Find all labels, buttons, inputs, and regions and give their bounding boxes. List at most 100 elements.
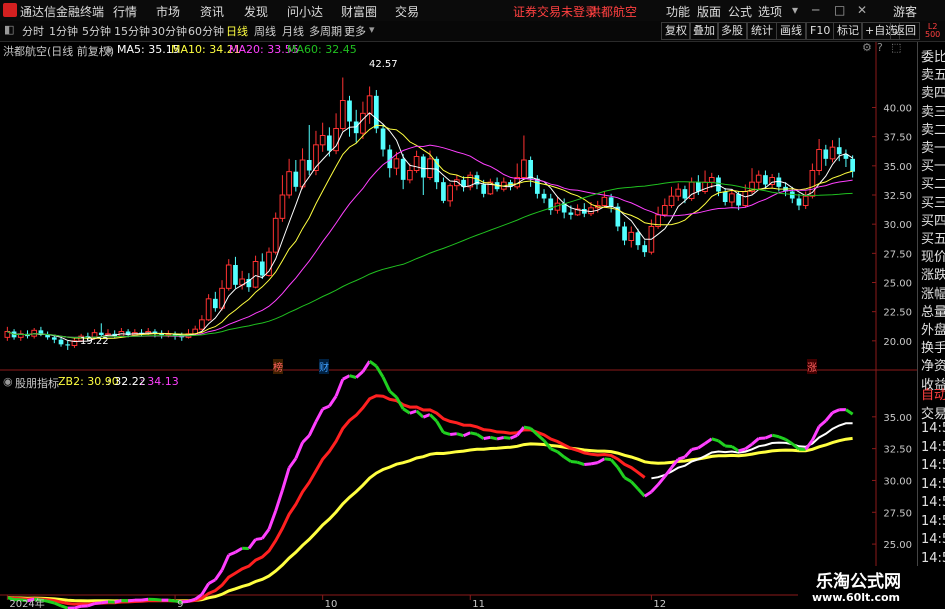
candle-body <box>763 175 768 185</box>
ytick-label: 40.00 <box>883 104 912 115</box>
auto-trade-label[interactable]: 自动 <box>921 384 945 403</box>
fast-indicator-segment <box>349 374 357 379</box>
fast-indicator-segment <box>280 467 291 491</box>
fast-indicator-segment <box>824 411 834 422</box>
candle-body <box>205 298 212 321</box>
fast-indicator-segment <box>616 466 626 479</box>
candle-body <box>802 195 809 207</box>
candle-body <box>736 193 741 206</box>
watermark-title: 乐淘公式网 <box>816 572 901 592</box>
fast-indicator-segment <box>294 441 304 460</box>
fast-indicator-segment <box>60 604 69 609</box>
fast-indicator-segment <box>456 432 464 438</box>
candle-body <box>373 95 379 129</box>
fast-indicator-segment <box>650 483 660 493</box>
watermark-url: www.60lt.com <box>812 591 901 604</box>
quote-label-7: 买二 <box>921 177 945 193</box>
candle-body <box>420 156 426 178</box>
candle-body <box>568 212 574 215</box>
kline-chart[interactable]: 20.00 22.50 25.00 27.50 30.00 32.50 35.00 37.50… <box>0 0 945 609</box>
event-marker-cai[interactable]: 财 <box>319 359 329 374</box>
zb2-line <box>7 436 853 603</box>
fast-indicator-segment <box>556 450 566 459</box>
quote-label-11: 现价 <box>921 250 945 266</box>
fast-indicator-segment <box>415 409 425 419</box>
candle-body <box>528 160 533 179</box>
trade-time-6: 14:5 <box>921 495 945 510</box>
ytick-label: 35.00 <box>883 162 912 173</box>
quote-label-2: 卖四 <box>921 86 945 102</box>
fast-indicator-segment <box>596 457 606 464</box>
ind-ytick-label: 25.00 <box>883 540 912 551</box>
event-marker-zhang[interactable]: 涨 <box>807 359 817 374</box>
fast-indicator-segment <box>314 408 324 423</box>
quote-label-6: 买一 <box>921 159 945 175</box>
candle-body <box>225 264 232 289</box>
candle-body <box>722 191 728 202</box>
candle-body <box>266 251 272 277</box>
fast-indicator-segment <box>683 448 693 458</box>
trade-time-3: 14:5 <box>921 439 945 455</box>
fast-indicator-segment <box>101 600 109 605</box>
fast-indicator-segment <box>483 435 491 441</box>
candle-body <box>327 135 332 151</box>
fast-indicator-segment <box>168 598 176 603</box>
fast-indicator-segment <box>267 510 278 530</box>
fast-indicator-segment <box>127 598 135 603</box>
candle-body <box>45 335 50 338</box>
candle-body <box>661 205 668 216</box>
fast-indicator-segment <box>469 431 478 436</box>
fast-indicator-segment <box>791 442 800 451</box>
fast-indicator-segment <box>778 435 787 441</box>
fast-indicator-segment <box>496 436 505 441</box>
candle-body <box>816 149 822 171</box>
fast-indicator-segment <box>53 601 62 608</box>
fast-indicator-segment <box>590 461 598 466</box>
fast-indicator-segment <box>818 419 827 428</box>
fast-indicator-segment <box>476 433 485 440</box>
candle-body <box>212 298 218 309</box>
fast-indicator-segment <box>462 431 471 438</box>
quote-label-4: 卖二 <box>921 122 945 138</box>
candle-body <box>755 174 762 183</box>
quote-label-12: 涨跌 <box>921 268 945 284</box>
trade-label[interactable]: 交易 <box>921 403 945 422</box>
candle-body <box>400 158 406 180</box>
candle-body <box>252 261 259 288</box>
ytick-label: 22.50 <box>883 308 912 319</box>
fast-indicator-segment <box>623 476 633 483</box>
fast-indicator-segment <box>141 597 149 602</box>
fast-indicator-segment <box>274 489 284 512</box>
fast-indicator-segment <box>570 459 578 464</box>
fast-indicator-segment <box>831 408 840 415</box>
ytick-label: 27.50 <box>883 249 912 260</box>
candle-body <box>675 188 682 197</box>
fast-indicator-segment <box>704 437 713 445</box>
fast-indicator-segment <box>381 376 392 392</box>
fast-indicator-segment <box>328 395 338 407</box>
fast-indicator-segment <box>771 433 780 439</box>
quote-label-8: 买三 <box>921 195 945 211</box>
fast-indicator-segment <box>355 370 364 379</box>
fast-indicator-segment <box>261 528 271 540</box>
candle-body <box>366 95 373 114</box>
candle-body <box>259 261 265 276</box>
candle-body <box>199 319 205 330</box>
trade-time-9: 14:5 <box>921 550 945 566</box>
fast-indicator-segment <box>207 578 217 585</box>
quote-label-13: 涨幅 <box>921 286 945 302</box>
candle-body <box>413 156 420 171</box>
quote-label-3: 卖三 <box>921 104 945 120</box>
xtick-label: 2024年 <box>9 597 44 609</box>
fast-indicator-segment <box>442 431 451 436</box>
candle-body <box>272 217 279 253</box>
candle-body <box>708 177 715 183</box>
fast-indicator-segment <box>388 390 398 399</box>
fast-indicator-segment <box>255 536 263 541</box>
fast-indicator-segment <box>738 447 746 453</box>
fast-indicator-segment <box>301 434 311 444</box>
fast-indicator-segment <box>154 598 162 602</box>
event-marker-bang[interactable]: 榜 <box>273 359 283 374</box>
candle-body <box>31 329 38 337</box>
quote-label-9: 买四 <box>921 213 945 229</box>
